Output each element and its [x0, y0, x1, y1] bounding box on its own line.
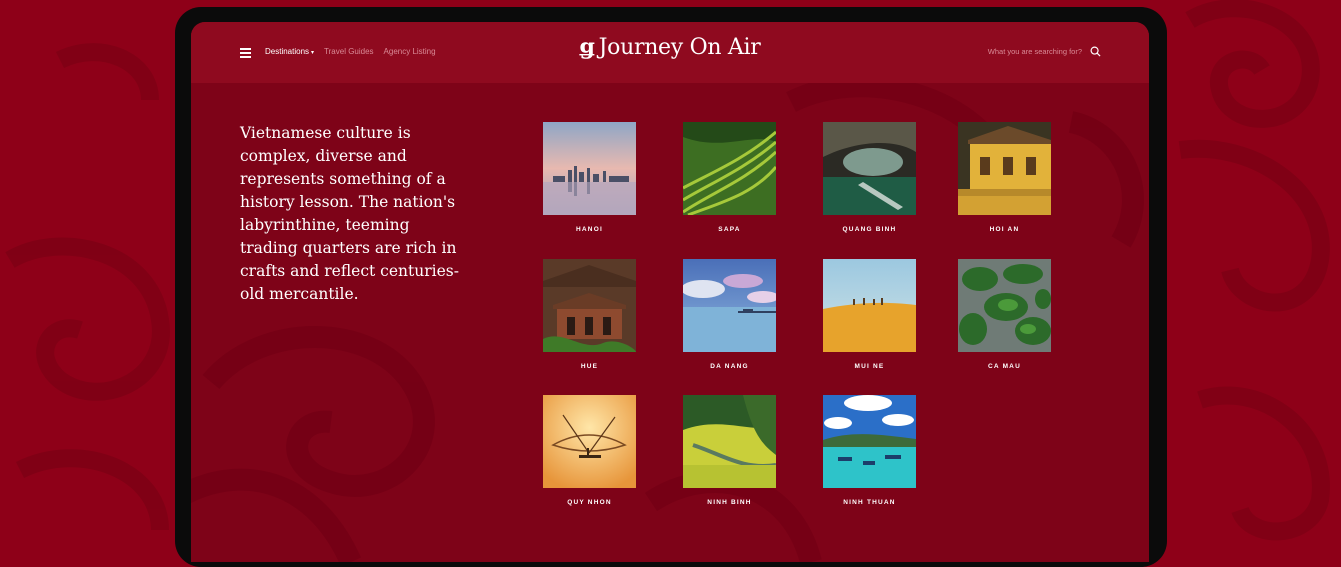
destination-label: QUANG BINH: [842, 226, 897, 233]
destination-label: MUI NE: [854, 363, 885, 370]
search-icon[interactable]: [1090, 46, 1101, 57]
browser-screen: Destinations ▾ Travel Guides Agency Listi…: [191, 22, 1149, 562]
destination-label: DA NANG: [710, 363, 749, 370]
search-input[interactable]: What you are searching for?: [988, 47, 1082, 56]
destination-card-ca-mau[interactable]: CA MAU: [958, 259, 1051, 370]
destination-card-quang-binh[interactable]: QUANG BINH: [823, 122, 916, 233]
destination-label: HUE: [580, 363, 599, 370]
destination-image: [683, 395, 776, 488]
destination-image: [823, 122, 916, 215]
destination-label: NINH BINH: [707, 499, 752, 506]
destination-image: [823, 259, 916, 352]
hero-description: Vietnamese culture is complex, diverse a…: [240, 124, 459, 303]
destination-card-hanoi[interactable]: HANOI: [543, 122, 636, 233]
destination-image: [958, 122, 1051, 215]
destination-card-ninh-thuan[interactable]: NINH THUAN: [823, 395, 916, 506]
destination-card-hue[interactable]: HUE: [543, 259, 636, 370]
logo-mark-icon: ǥ: [579, 34, 595, 60]
destination-card-ninh-binh[interactable]: NINH BINH: [683, 395, 776, 506]
destination-image: [683, 259, 776, 352]
destination-card-sapa[interactable]: SAPA: [683, 122, 776, 233]
destination-image: [543, 122, 636, 215]
destination-image: [823, 395, 916, 488]
destination-label: CA MAU: [988, 363, 1021, 370]
destination-label: NINH THUAN: [843, 499, 896, 506]
top-navigation-bar: Destinations ▾ Travel Guides Agency Listi…: [191, 22, 1149, 83]
destination-label: QUY NHON: [567, 499, 612, 506]
destination-image: [683, 122, 776, 215]
destination-card-da-nang[interactable]: DA NANG: [683, 259, 776, 370]
search-area[interactable]: What you are searching for?: [988, 46, 1101, 57]
destination-card-quy-nhon[interactable]: QUY NHON: [543, 395, 636, 506]
destination-image: [958, 259, 1051, 352]
logo-text: Journey On Air: [598, 35, 761, 60]
destination-card-hoi-an[interactable]: HOI AN: [958, 122, 1051, 233]
destination-label: HOI AN: [989, 226, 1020, 233]
destination-label: SAPA: [718, 226, 741, 233]
destination-card-mui-ne[interactable]: MUI NE: [823, 259, 916, 370]
destination-image: [543, 259, 636, 352]
destination-image: [543, 395, 636, 488]
destination-label: HANOI: [576, 226, 603, 233]
